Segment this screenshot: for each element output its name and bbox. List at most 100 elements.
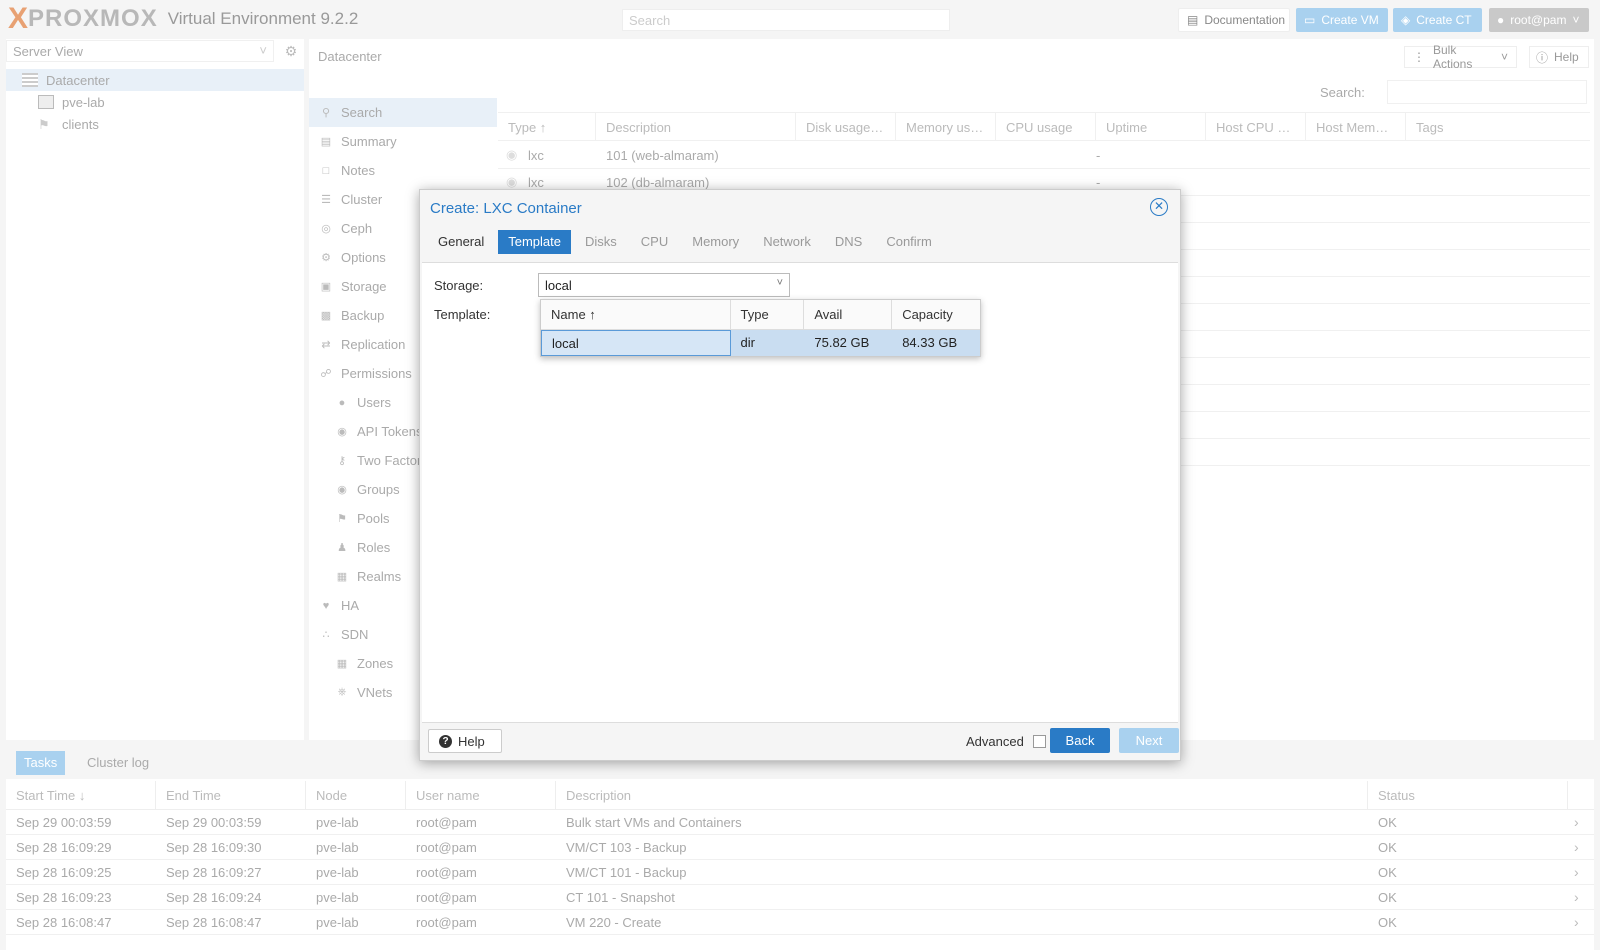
column-header-node[interactable]: Node <box>306 781 406 809</box>
column-header-description[interactable]: Description <box>556 781 1368 809</box>
column-header-capacity[interactable]: Capacity <box>892 300 980 329</box>
tab-disks[interactable]: Disks <box>575 230 627 254</box>
table-row[interactable]: Sep 28 16:08:47 Sep 28 16:08:47 pve-lab … <box>6 910 1594 935</box>
book-icon: ▤ <box>1187 13 1199 27</box>
tab-cpu[interactable]: CPU <box>631 230 678 254</box>
column-header-description[interactable]: Description <box>596 113 796 140</box>
logo-x-mark: X <box>8 2 29 35</box>
tab-template[interactable]: Template <box>498 230 571 254</box>
dropdown-option-local[interactable]: local dir 75.82 GB 84.33 GB <box>541 330 980 356</box>
network-icon: ⎈ <box>337 686 347 698</box>
menu-item-summary[interactable]: ▤ Summary <box>309 127 497 156</box>
task-description: VM/CT 101 - Backup <box>566 864 687 880</box>
column-header-type[interactable]: Type ↑ <box>498 113 596 140</box>
chevron-down-icon[interactable]: ˅ <box>777 277 783 289</box>
menu-item-notes[interactable]: □ Notes <box>309 156 497 185</box>
advanced-checkbox[interactable] <box>1033 735 1046 748</box>
task-status: OK <box>1378 839 1397 855</box>
global-search-input[interactable]: Search <box>622 9 950 31</box>
tab-confirm[interactable]: Confirm <box>876 230 942 254</box>
column-header-end-time[interactable]: End Time <box>156 781 306 809</box>
column-header-host-mem[interactable]: Host Mem… <box>1306 113 1406 140</box>
table-row[interactable]: Sep 28 16:09:23 Sep 28 16:09:24 pve-lab … <box>6 885 1594 910</box>
heartbeat-icon: ♥ <box>322 599 330 612</box>
view-selector[interactable]: Server View ˅ <box>6 40 274 62</box>
chevron-right-icon[interactable]: › <box>1564 914 1594 930</box>
close-icon[interactable]: ✕ <box>1150 198 1168 216</box>
user-menu-button[interactable]: ● root@pam ˅ <box>1489 8 1589 32</box>
task-status: OK <box>1378 914 1397 930</box>
tree-item-clients[interactable]: ⚑ clients <box>6 113 304 135</box>
column-header-uptime[interactable]: Uptime <box>1096 113 1206 140</box>
menu-item-label: Search <box>341 105 383 120</box>
datacenter-icon <box>22 73 38 87</box>
option-name: local <box>541 330 731 356</box>
task-end: Sep 28 16:09:27 <box>166 864 262 880</box>
chevron-right-icon[interactable]: › <box>1564 864 1594 880</box>
dialog-footer: ? Help Advanced Back Next <box>422 722 1179 760</box>
menu-item-label: Ceph <box>341 221 373 236</box>
chevron-right-icon[interactable]: › <box>1564 814 1594 830</box>
book-icon: ▤ <box>320 136 332 148</box>
column-header-tags[interactable]: Tags <box>1406 113 1590 140</box>
column-header-avail[interactable]: Avail <box>804 300 893 329</box>
table-row[interactable]: Sep 28 16:09:25 Sep 28 16:09:27 pve-lab … <box>6 860 1594 885</box>
column-header-status[interactable]: Status <box>1368 781 1568 809</box>
grid-search-input[interactable] <box>1387 80 1587 104</box>
tree-item-pve-lab[interactable]: pve-lab <box>6 91 304 113</box>
user-icon: ● <box>338 396 346 409</box>
chevron-right-icon[interactable]: › <box>1564 839 1594 855</box>
create-ct-button[interactable]: ◈ Create CT <box>1393 8 1482 32</box>
next-button[interactable]: Next <box>1119 728 1179 753</box>
gear-icon[interactable]: ⚙ <box>280 40 302 62</box>
proxmox-logo[interactable]: X PROXMOX Virtual Environment 9.2.2 <box>8 3 358 35</box>
gear-icon: ⚙ <box>321 252 331 264</box>
tab-network[interactable]: Network <box>753 230 821 254</box>
column-header-start-time[interactable]: Start Time ↓ <box>6 781 156 809</box>
back-button[interactable]: Back <box>1050 728 1110 753</box>
column-header-memory[interactable]: Memory us… <box>896 113 996 140</box>
storage-select[interactable]: local ˅ <box>538 273 790 297</box>
tab-general[interactable]: General <box>428 230 494 254</box>
menu-item-label: Groups <box>357 482 400 497</box>
bulk-actions-button[interactable]: ⋮ Bulk Actions ˅ <box>1404 43 1517 71</box>
table-row[interactable]: Sep 28 16:09:29 Sep 28 16:09:30 pve-lab … <box>6 835 1594 860</box>
documentation-label: Documentation <box>1204 13 1286 27</box>
table-row[interactable]: ◉ lxc 101 (web-almaram) - <box>498 142 1590 169</box>
dialog-help-button[interactable]: ? Help <box>428 729 502 753</box>
table-row[interactable]: Sep 29 00:03:59 Sep 29 00:03:59 pve-lab … <box>6 810 1594 835</box>
tab-tasks[interactable]: Tasks <box>16 751 66 775</box>
menu-item-label: Pools <box>357 511 390 526</box>
column-header-user[interactable]: User name <box>406 781 556 809</box>
task-start: Sep 28 16:09:29 <box>16 839 112 855</box>
grid-search-label: Search: <box>1320 85 1365 100</box>
menu-item-label: Cluster <box>341 192 383 207</box>
column-header-type[interactable]: Type <box>731 300 805 329</box>
bulk-actions-label: Bulk Actions <box>1433 43 1473 71</box>
menu-item-search[interactable]: ⚲ Search <box>309 98 497 127</box>
column-header-disk[interactable]: Disk usage… <box>796 113 896 140</box>
chevron-right-icon[interactable]: › <box>1564 889 1594 905</box>
documentation-button[interactable]: ▤ Documentation <box>1178 8 1290 32</box>
key-icon: ⚷ <box>337 455 347 467</box>
storage-dropdown: Name ↑ Type Avail Capacity local dir 75.… <box>540 299 981 357</box>
tab-cluster-log[interactable]: Cluster log <box>79 751 157 775</box>
breadcrumb: Datacenter <box>318 49 382 64</box>
tab-dns[interactable]: DNS <box>825 230 872 254</box>
help-button[interactable]: ⓘ Help <box>1529 46 1589 68</box>
option-type: dir <box>740 335 755 350</box>
tree-item-datacenter[interactable]: Datacenter <box>6 69 304 91</box>
column-header-cpu[interactable]: CPU usage <box>996 113 1096 140</box>
menu-item-label: Options <box>341 250 386 265</box>
chevron-down-icon: ˅ <box>1572 13 1580 27</box>
menu-item-label: HA <box>341 598 360 613</box>
task-end: Sep 29 00:03:59 <box>166 814 262 830</box>
task-user: root@pam <box>416 889 477 905</box>
tab-memory[interactable]: Memory <box>682 230 749 254</box>
create-vm-button[interactable]: ▭ Create VM <box>1296 8 1388 32</box>
column-header-name[interactable]: Name ↑ <box>541 300 731 329</box>
column-header-host-cpu[interactable]: Host CPU … <box>1206 113 1306 140</box>
tree-item-label: pve-lab <box>62 94 105 110</box>
menu-item-label: Zones <box>357 656 394 671</box>
task-description: VM 220 - Create <box>566 914 662 930</box>
